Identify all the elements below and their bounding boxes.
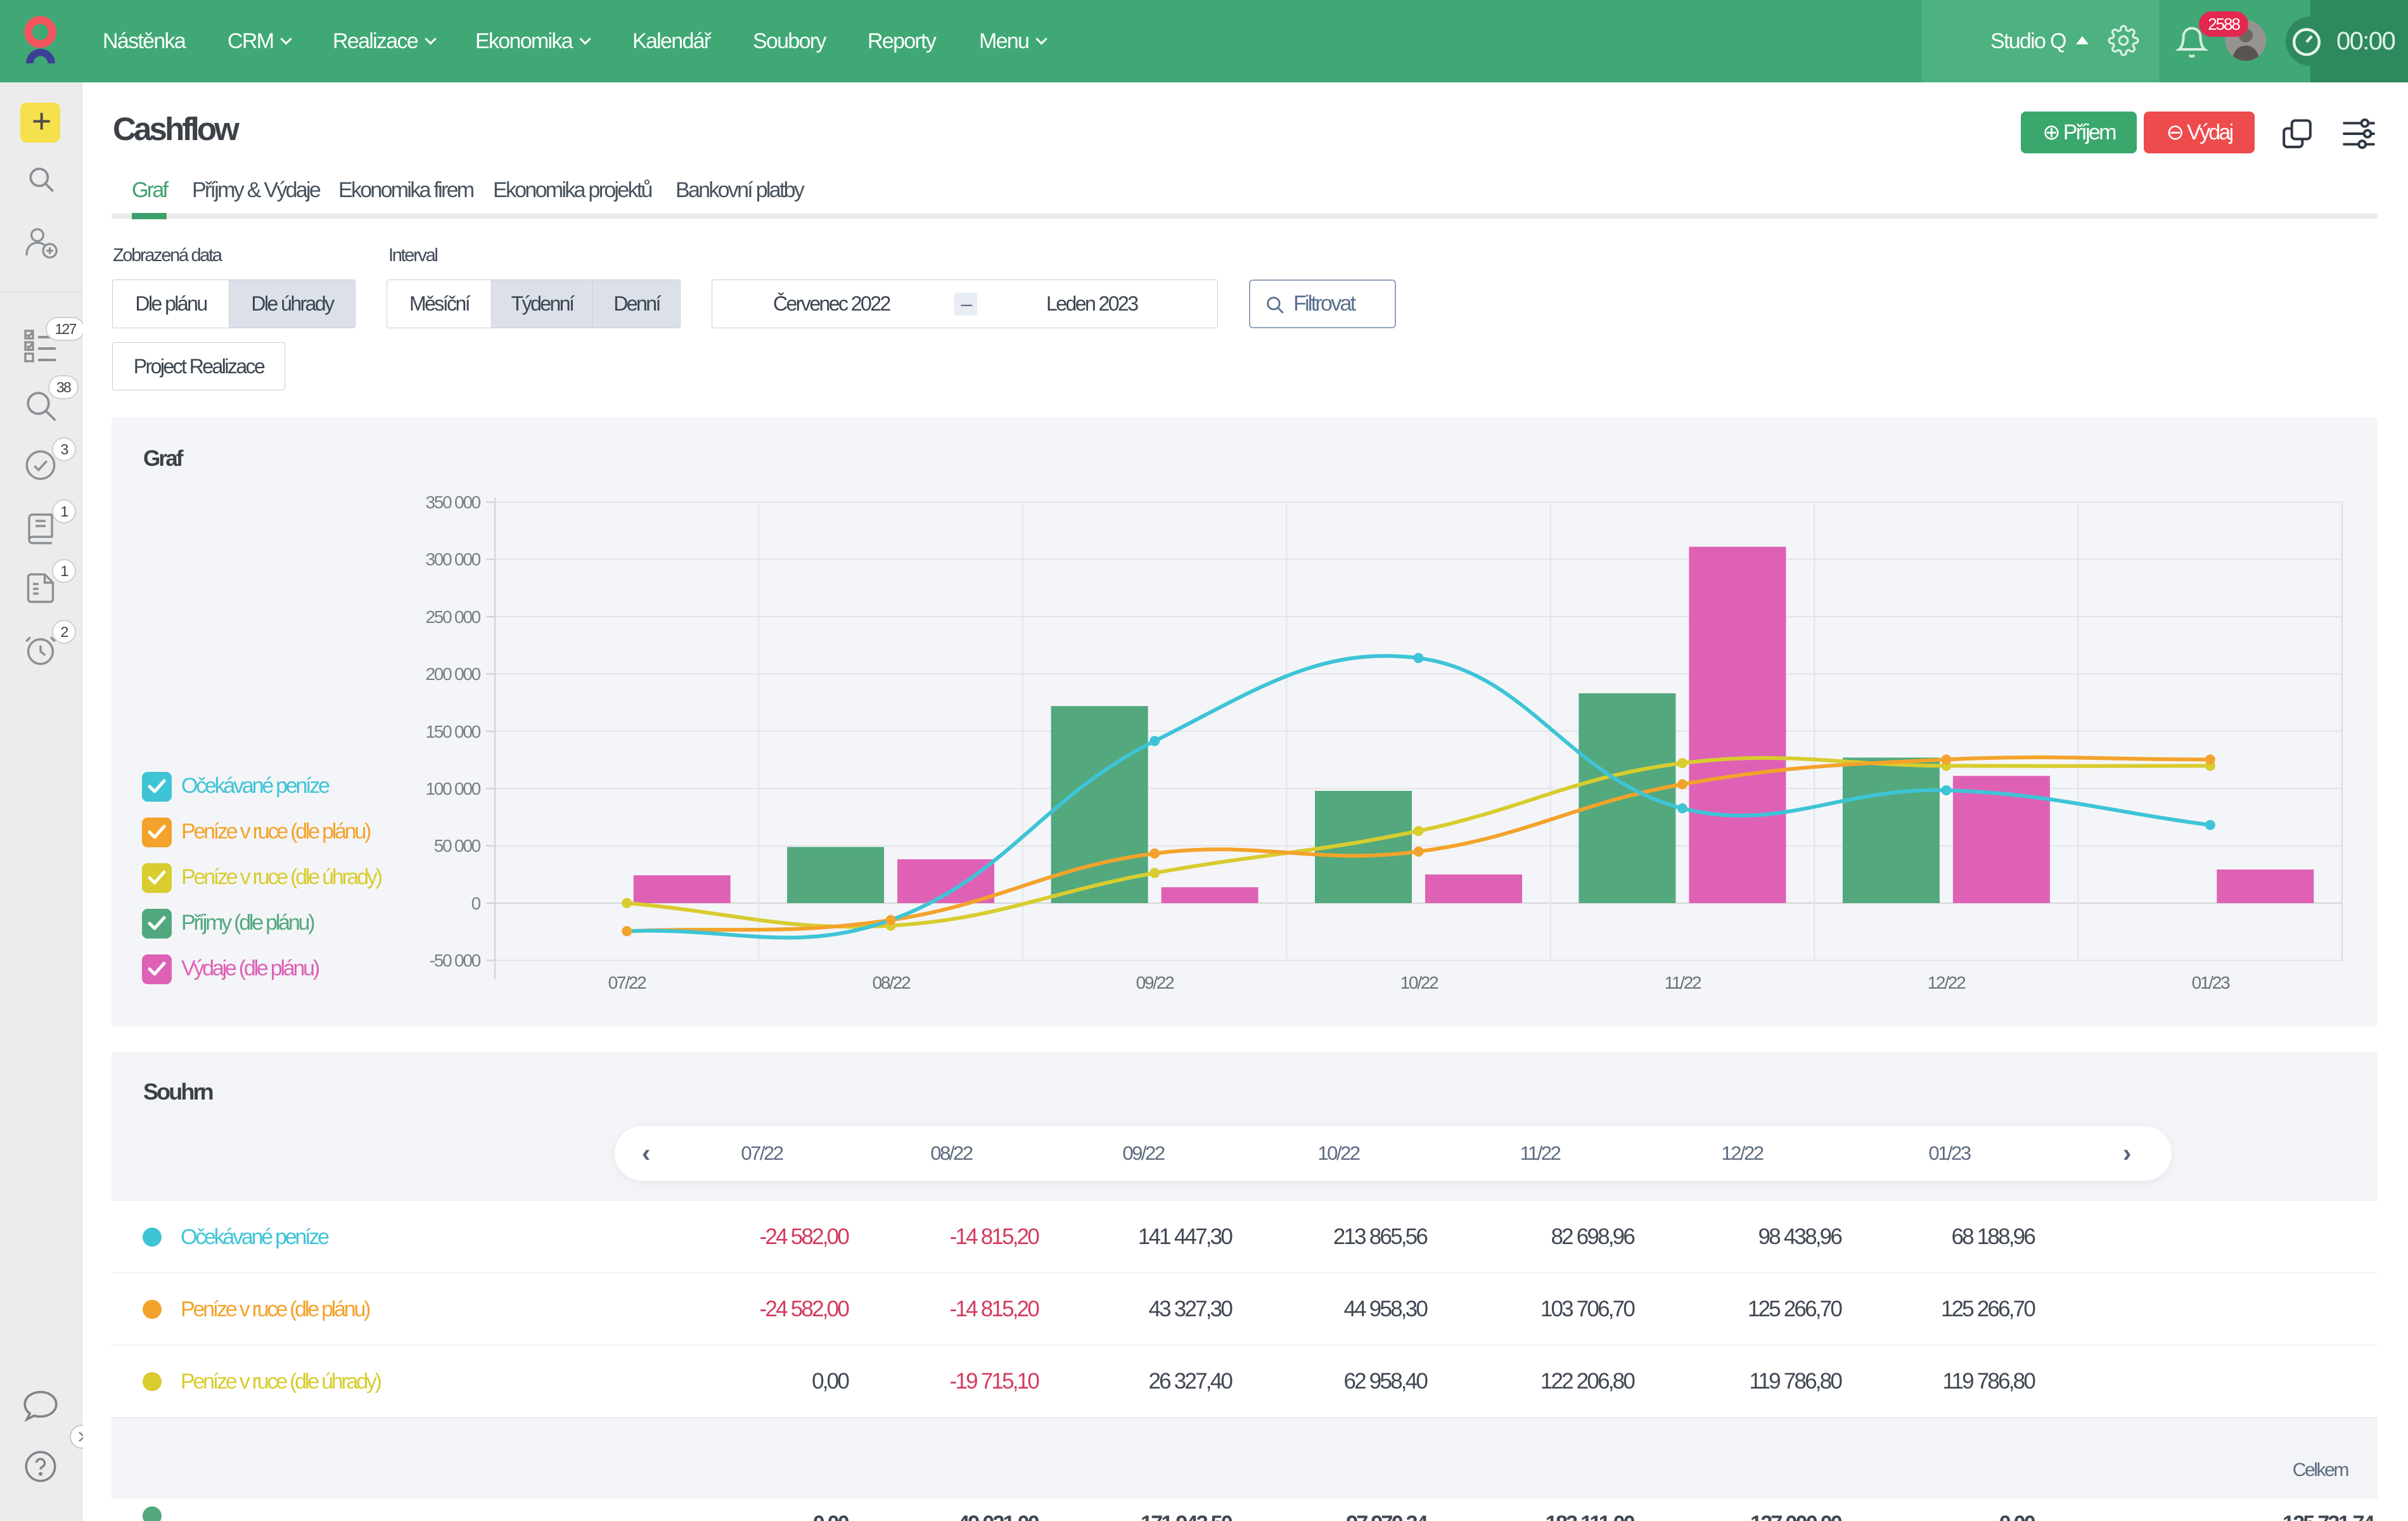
svg-text:07/22: 07/22: [608, 973, 647, 992]
svg-text:01/23: 01/23: [2192, 973, 2231, 992]
svg-text:0: 0: [471, 894, 481, 913]
svg-text:150 000: 150 000: [425, 722, 480, 741]
svg-text:200 000: 200 000: [425, 664, 480, 684]
svg-text:50 000: 50 000: [434, 836, 481, 856]
svg-text:100 000: 100 000: [425, 779, 480, 799]
svg-text:11/22: 11/22: [1665, 973, 1701, 992]
svg-text:250 000: 250 000: [425, 607, 480, 627]
svg-text:12/22: 12/22: [1928, 973, 1966, 992]
svg-text:10/22: 10/22: [1400, 973, 1439, 992]
svg-text:08/22: 08/22: [873, 973, 911, 992]
svg-text:350 000: 350 000: [425, 492, 480, 512]
svg-text:09/22: 09/22: [1136, 973, 1175, 992]
svg-text:300 000: 300 000: [425, 549, 480, 569]
svg-text:-50 000: -50 000: [430, 951, 481, 970]
